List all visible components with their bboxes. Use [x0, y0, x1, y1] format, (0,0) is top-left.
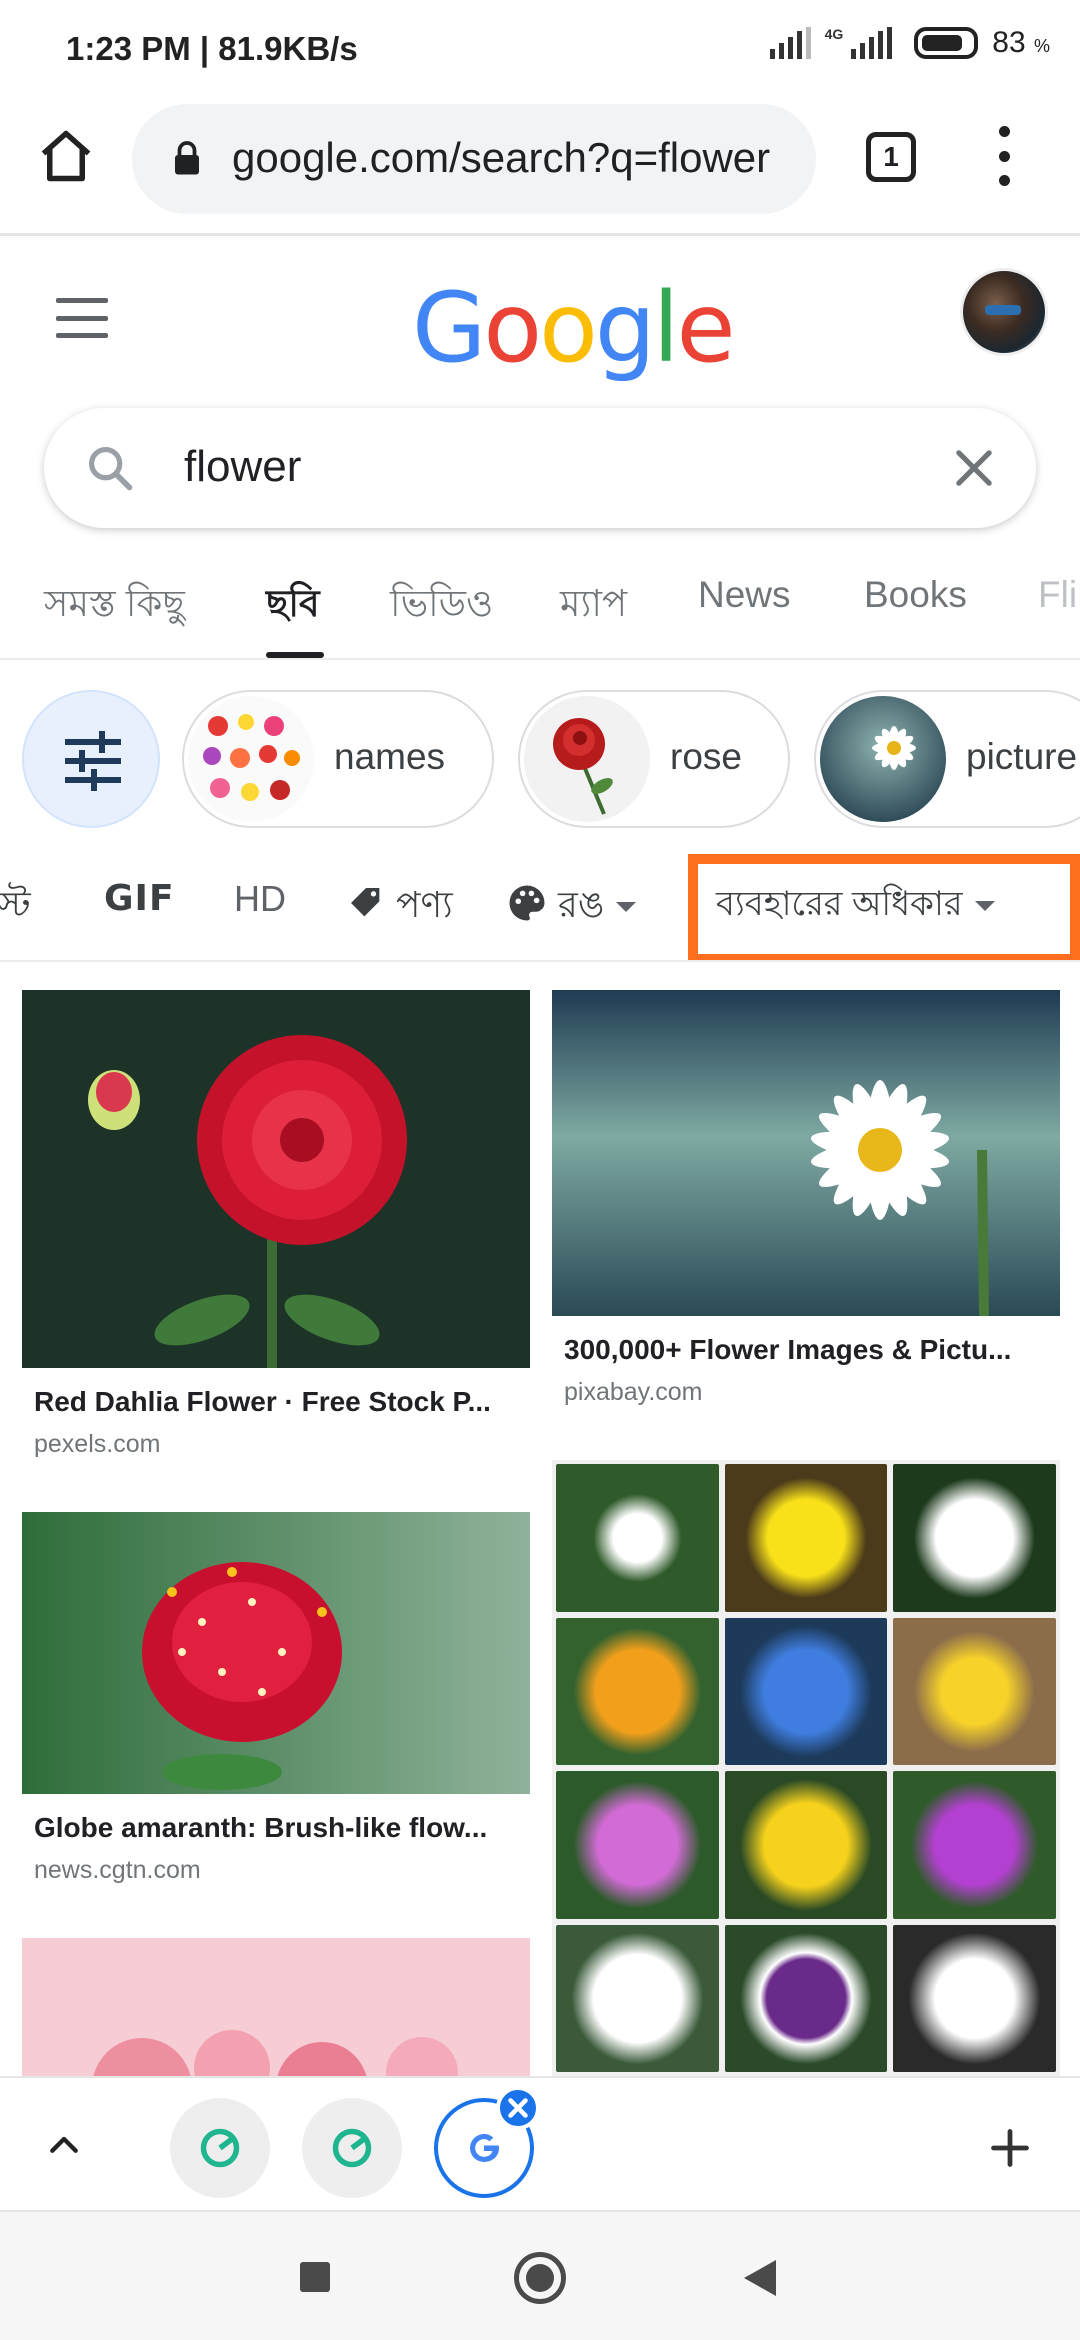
filter-toggle-button[interactable] — [22, 690, 160, 828]
chip-thumb-rose — [524, 696, 650, 822]
chip-label-names: names — [334, 736, 446, 777]
browser-toolbar: google.com/search?q=flower 1 — [0, 96, 1080, 236]
usage-rights-label: ব্যবহারের অধিকার — [716, 885, 963, 923]
tab-maps[interactable]: ম্যাপ — [560, 574, 627, 637]
filter-gif[interactable]: GIF — [104, 878, 175, 919]
result-title[interactable]: Red Dahlia Flower · Free Stock P... — [34, 1386, 491, 1418]
search-icon[interactable] — [84, 442, 136, 494]
status-bar: 1:23 PM | 81.9KB/s 4G 83 % — [0, 0, 1080, 96]
close-icon[interactable] — [948, 442, 1000, 494]
status-time: 1:23 PM | 81.9KB/s — [66, 30, 358, 67]
tune-icon — [65, 731, 121, 791]
battery-percent: 83 % — [992, 26, 1050, 59]
palette-icon — [509, 885, 545, 921]
result-source: news.cgtn.com — [34, 1856, 201, 1884]
filter-product[interactable]: পণ্য — [346, 878, 453, 938]
url-text: google.com/search?q=flower — [232, 134, 771, 181]
chip-rose[interactable]: rose — [518, 690, 790, 828]
close-tab-badge[interactable] — [496, 2086, 540, 2130]
result-image[interactable] — [22, 1938, 530, 2076]
system-nav-bar — [0, 2212, 1080, 2340]
tab-thumbnail[interactable] — [170, 2098, 270, 2198]
home-icon[interactable] — [36, 126, 96, 186]
battery-icon — [914, 27, 979, 59]
active-tab-indicator — [266, 652, 324, 658]
chip-thumb-names — [188, 696, 314, 822]
filter-color-label: রঙ — [558, 884, 605, 925]
network-label: 4G — [824, 26, 844, 42]
result-image[interactable] — [552, 990, 1060, 1316]
tab-videos[interactable]: ভিডিও — [390, 574, 493, 637]
chip-label-picture: picture — [966, 736, 1078, 777]
more-vert-icon[interactable] — [990, 126, 1018, 186]
signal-icon — [769, 27, 811, 59]
chip-picture[interactable]: picture — [814, 690, 1080, 828]
result-title[interactable]: 300,000+ Flower Images & Pictu... — [564, 1334, 1011, 1366]
result-card[interactable]: 300,000+ Flower Images & Pictu... pixaba… — [552, 990, 1060, 1410]
result-card[interactable] — [22, 1938, 530, 2076]
search-input[interactable]: flower — [184, 442, 301, 492]
result-card[interactable]: Globe amaranth: Brush-like flow... news.… — [22, 1512, 530, 1892]
chip-names[interactable]: names — [182, 690, 494, 828]
google-g-icon — [470, 2134, 499, 2162]
avatar[interactable] — [960, 268, 1048, 356]
suggestion-chips: names rose picture — [0, 680, 1080, 830]
filter-bar: স্ট GIF HD পণ্য রঙ ব্যবহারের অধিকার — [0, 848, 1080, 962]
google-logo[interactable]: Google — [412, 272, 736, 384]
search-box[interactable]: flower — [44, 408, 1036, 528]
chip-thumb-picture — [820, 696, 946, 822]
result-card[interactable] — [552, 1460, 1060, 2076]
recents-button[interactable] — [300, 2262, 330, 2292]
home-button[interactable] — [514, 2252, 566, 2304]
tab-news[interactable]: News — [698, 574, 791, 616]
signal-icon-2 — [851, 27, 893, 59]
tab-books[interactable]: Books — [864, 574, 967, 616]
chevron-down-icon — [616, 902, 637, 913]
plus-icon[interactable] — [988, 2126, 1032, 2170]
filter-hd[interactable]: HD — [234, 878, 286, 920]
tab-thumbnail[interactable] — [302, 2098, 402, 2198]
result-card[interactable]: Red Dahlia Flower · Free Stock P... pexe… — [22, 990, 530, 1470]
tab-images[interactable]: ছবি — [266, 574, 320, 637]
result-image[interactable] — [22, 1512, 530, 1794]
search-tabs: সমস্ত কিছু ছবি ভিডিও ম্যাপ News Books Fl… — [0, 560, 1080, 660]
app-tab-icon — [200, 2128, 240, 2168]
filter-color[interactable]: রঙ — [506, 878, 637, 938]
back-button[interactable] — [744, 2260, 776, 2296]
filter-usage-rights[interactable]: ব্যবহারের অধিকার — [716, 878, 995, 935]
lock-icon — [175, 141, 199, 175]
tab-switcher-button[interactable]: 1 — [866, 132, 916, 182]
tag-icon — [351, 888, 380, 917]
chip-label-rose: rose — [670, 736, 742, 777]
hamburger-icon[interactable] — [56, 298, 108, 338]
result-title[interactable]: Globe amaranth: Brush-like flow... — [34, 1812, 487, 1844]
tab-flights[interactable]: Fli — [1038, 574, 1077, 616]
status-icons: 4G 83 % — [769, 26, 1050, 60]
tab-all[interactable]: সমস্ত কিছু — [44, 574, 185, 637]
result-source: pixabay.com — [564, 1378, 703, 1406]
chevron-up-icon[interactable] — [42, 2124, 86, 2164]
close-icon — [508, 2098, 528, 2118]
filter-product-label: পণ্য — [396, 884, 453, 925]
filter-partial[interactable]: স্ট — [0, 878, 31, 938]
chevron-down-icon — [974, 901, 995, 912]
tab-strip — [0, 2076, 1080, 2212]
address-bar[interactable]: google.com/search?q=flower — [132, 104, 816, 214]
result-source: pexels.com — [34, 1430, 161, 1458]
result-image[interactable] — [552, 1460, 1060, 2076]
result-image[interactable] — [22, 990, 530, 1368]
app-tab-icon — [332, 2128, 372, 2168]
